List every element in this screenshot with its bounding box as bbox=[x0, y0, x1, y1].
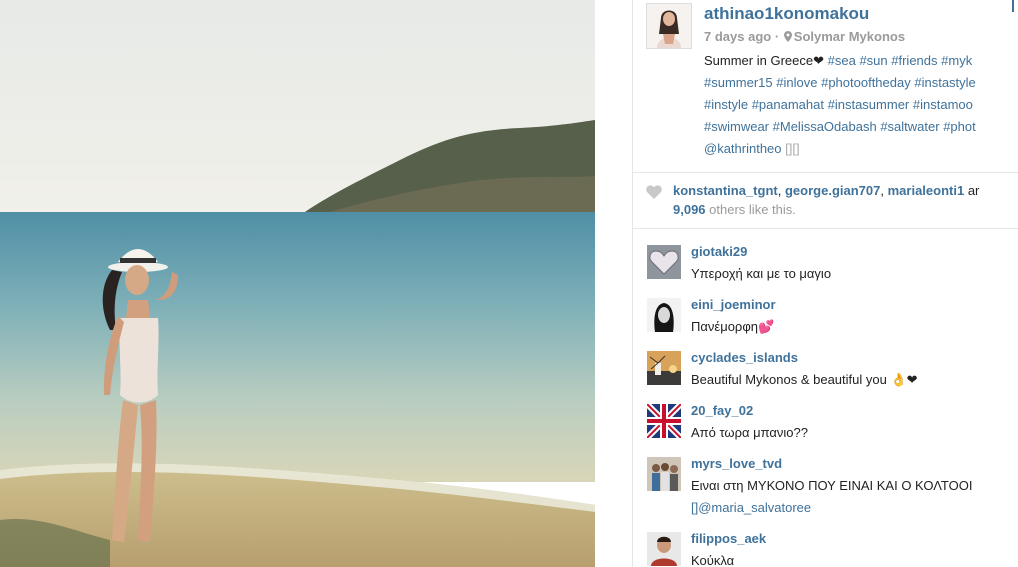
portrait-avatar[interactable] bbox=[647, 298, 681, 332]
comment-item: myrs_love_tvd Ειναι στη ΜΥΚΟΝΟ ΠΟΥ ΕΙΝΑΙ… bbox=[633, 448, 1018, 523]
hashtag-link[interactable]: #instyle bbox=[704, 97, 748, 112]
likers-list: konstantina_tgnt, george.gian707, marial… bbox=[673, 183, 980, 198]
caption-line: #instyle #panamahat #instasummer #instam… bbox=[704, 94, 1018, 116]
caption-text: Summer in Greece❤ bbox=[704, 53, 828, 68]
comment-username[interactable]: 20_fay_02 bbox=[691, 403, 753, 418]
post-meta: 7 days ago · Solymar Mykonos bbox=[704, 29, 905, 44]
boy-avatar[interactable] bbox=[647, 532, 681, 566]
heart-icon[interactable] bbox=[646, 185, 662, 199]
hashtag-link[interactable]: #sea bbox=[828, 53, 856, 68]
hashtag-link[interactable]: #photooftheday bbox=[821, 75, 911, 90]
liker-link[interactable]: konstantina_tgnt bbox=[673, 183, 778, 198]
gutter bbox=[595, 0, 632, 567]
comment-item: cyclades_islands Beautiful Mykonos & bea… bbox=[633, 342, 1018, 395]
panel-edge-marker bbox=[1012, 0, 1018, 12]
comment-username[interactable]: filippos_aek bbox=[691, 531, 766, 546]
hashtag-link[interactable]: #saltwater bbox=[880, 119, 939, 134]
liker-link[interactable]: marialeonti1 bbox=[888, 183, 965, 198]
windmill-avatar[interactable] bbox=[647, 351, 681, 385]
post-header: athinao1konomakou 7 days ago · Solymar M… bbox=[633, 0, 1018, 172]
comment-item: eini_joeminor Πανέμορφη💕 bbox=[633, 289, 1018, 342]
hashtag-link[interactable]: #instamoo bbox=[913, 97, 973, 112]
comment-mention[interactable]: []@maria_salvatoree bbox=[691, 500, 811, 515]
group-avatar[interactable] bbox=[647, 457, 681, 491]
comment-item: filippos_aek Κούκλα bbox=[633, 523, 1018, 567]
caption-line: #summer15 #inlove #photooftheday #instas… bbox=[704, 72, 1018, 94]
comment-item: 20_fay_02 Από τωρα μπανιο?? bbox=[633, 395, 1018, 448]
liker-link[interactable]: george.gian707 bbox=[785, 183, 880, 198]
post-location[interactable]: Solymar Mykonos bbox=[794, 29, 905, 44]
divider bbox=[633, 228, 1018, 229]
author-username[interactable]: athinao1konomakou bbox=[704, 4, 869, 24]
comment-text: Από τωρα μπανιο?? bbox=[691, 425, 808, 440]
comment-text: Ειναι στη ΜΥΚΟΝΟ ΠΟΥ ΕΙΝΑΙ ΚΑΙ Ο ΚΟΛΤΟΟΙ bbox=[691, 478, 973, 493]
comments-list: giotaki29 Υπεροχή και με το μαγιο eini_j… bbox=[633, 236, 1018, 567]
comment-text: Υπεροχή και με το μαγιο bbox=[691, 266, 832, 281]
mention-link[interactable]: @kathrintheo bbox=[704, 141, 782, 156]
hashtag-link[interactable]: #instasummer bbox=[828, 97, 910, 112]
comment-text: Πανέμορφη💕 bbox=[691, 319, 775, 334]
comment-item: giotaki29 Υπεροχή και με το μαγιο bbox=[633, 236, 1018, 289]
hashtag-link[interactable]: #instastyle bbox=[914, 75, 975, 90]
hashtag-link[interactable]: #phot bbox=[943, 119, 976, 134]
likes-section: konstantina_tgnt, george.gian707, marial… bbox=[633, 173, 1018, 227]
hashtag-link[interactable]: #panamahat bbox=[752, 97, 824, 112]
hashtag-link[interactable]: #myk bbox=[941, 53, 972, 68]
comment-username[interactable]: myrs_love_tvd bbox=[691, 456, 782, 471]
hashtag-link[interactable]: #MelissaOdabash bbox=[773, 119, 877, 134]
author-avatar[interactable] bbox=[646, 3, 692, 49]
caption-line: Summer in Greece❤ #sea #sun #friends #my… bbox=[704, 50, 1018, 72]
hashtag-link[interactable]: #swimwear bbox=[704, 119, 769, 134]
hashtag-link[interactable]: #sun bbox=[859, 53, 887, 68]
hashtag-link[interactable]: #summer15 bbox=[704, 75, 773, 90]
comment-text: Beautiful Mykonos & beautiful you 👌❤ bbox=[691, 372, 918, 387]
post-photo[interactable] bbox=[0, 0, 595, 567]
comment-text: Κούκλα bbox=[691, 553, 735, 567]
pin-icon bbox=[783, 31, 792, 42]
likes-count: 9,096 others like this. bbox=[673, 202, 796, 217]
likes-count-link[interactable]: 9,096 bbox=[673, 202, 706, 217]
caption-line: @kathrintheo [][] bbox=[704, 138, 1018, 160]
hashtag-link[interactable]: #inlove bbox=[776, 75, 817, 90]
post-time[interactable]: 7 days ago bbox=[704, 29, 771, 44]
comment-username[interactable]: eini_joeminor bbox=[691, 297, 776, 312]
hashtag-link[interactable]: #friends bbox=[891, 53, 937, 68]
comment-username[interactable]: cyclades_islands bbox=[691, 350, 798, 365]
caption-line: #swimwear #MelissaOdabash #saltwater #ph… bbox=[704, 116, 1018, 138]
beach-photo-image bbox=[0, 0, 595, 567]
union-jack-avatar[interactable] bbox=[647, 404, 681, 438]
meta-dot: · bbox=[774, 29, 780, 44]
comment-username[interactable]: giotaki29 bbox=[691, 244, 747, 259]
post-caption: Summer in Greece❤ #sea #sun #friends #my… bbox=[704, 50, 1018, 160]
emoji-placeholder: [][] bbox=[785, 141, 800, 156]
heart-avatar[interactable] bbox=[647, 245, 681, 279]
post-details-panel: athinao1konomakou 7 days ago · Solymar M… bbox=[632, 0, 1018, 567]
